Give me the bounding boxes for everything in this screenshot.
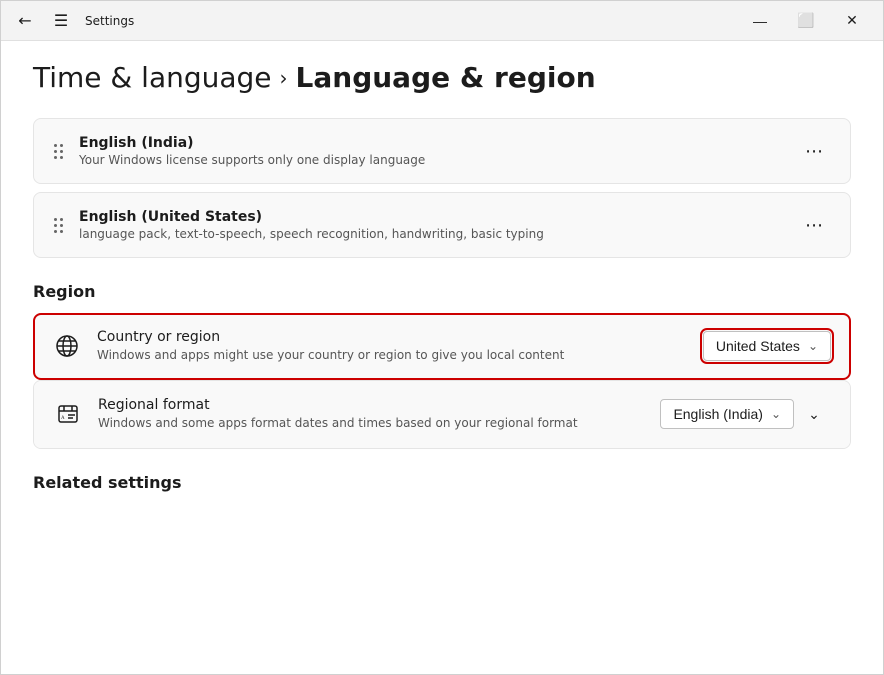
regional-format-row: A Regional format Windows and some apps … — [34, 381, 850, 448]
hamburger-menu-button[interactable]: ☰ — [45, 5, 77, 37]
country-region-dropdown[interactable]: United States ⌄ — [703, 331, 831, 361]
regional-format-title: Regional format — [98, 397, 644, 413]
close-button[interactable]: ✕ — [829, 5, 875, 37]
page-title: Language & region — [296, 61, 596, 94]
chevron-down-icon: ⌄ — [771, 407, 781, 421]
language-menu-us[interactable]: ⋯ — [798, 209, 830, 241]
country-region-value: United States — [716, 338, 800, 354]
chevron-down-icon: ⌄ — [808, 339, 818, 353]
settings-window: ← ☰ Settings — ⬜ ✕ Time & language › Lan… — [0, 0, 884, 675]
regional-format-dropdown[interactable]: English (India) ⌄ — [660, 399, 794, 429]
globe-icon — [53, 332, 81, 360]
breadcrumb-parent: Time & language — [33, 61, 272, 94]
maximize-button[interactable]: ⬜ — [783, 5, 829, 37]
svg-text:A: A — [61, 416, 65, 421]
language-desc-india: Your Windows license supports only one d… — [79, 153, 782, 167]
region-section-label: Region — [33, 282, 851, 301]
breadcrumb-chevron: › — [280, 66, 288, 90]
format-controls: English (India) ⌄ ⌄ — [660, 398, 830, 430]
language-name-india: English (India) — [79, 135, 782, 151]
language-card-india: English (India) Your Windows license sup… — [33, 118, 851, 184]
minimize-button[interactable]: — — [737, 5, 783, 37]
related-settings-label: Related settings — [33, 473, 851, 492]
country-region-desc: Windows and apps might use your country … — [97, 347, 687, 364]
main-content: Time & language › Language & region Engl… — [1, 41, 883, 674]
language-name-us: English (United States) — [79, 209, 782, 225]
country-region-title: Country or region — [97, 329, 687, 345]
regional-format-text: Regional format Windows and some apps fo… — [98, 397, 644, 432]
language-info-us: English (United States) language pack, t… — [79, 209, 782, 241]
language-menu-india[interactable]: ⋯ — [798, 135, 830, 167]
country-region-text: Country or region Windows and apps might… — [97, 329, 687, 364]
country-region-row: Country or region Windows and apps might… — [33, 313, 851, 380]
drag-handle-india[interactable] — [54, 144, 63, 159]
regional-format-card: A Regional format Windows and some apps … — [33, 380, 851, 449]
regional-format-desc: Windows and some apps format dates and t… — [98, 415, 644, 432]
back-button[interactable]: ← — [9, 5, 41, 37]
language-card-us: English (United States) language pack, t… — [33, 192, 851, 258]
window-title: Settings — [85, 14, 733, 28]
breadcrumb: Time & language › Language & region — [33, 61, 851, 94]
window-controls: — ⬜ ✕ — [737, 5, 875, 37]
expand-format-button[interactable]: ⌄ — [798, 398, 830, 430]
language-info-india: English (India) Your Windows license sup… — [79, 135, 782, 167]
regional-format-value: English (India) — [673, 406, 763, 422]
language-desc-us: language pack, text-to-speech, speech re… — [79, 227, 782, 241]
titlebar: ← ☰ Settings — ⬜ ✕ — [1, 1, 883, 41]
format-icon: A — [54, 400, 82, 428]
drag-handle-us[interactable] — [54, 218, 63, 233]
